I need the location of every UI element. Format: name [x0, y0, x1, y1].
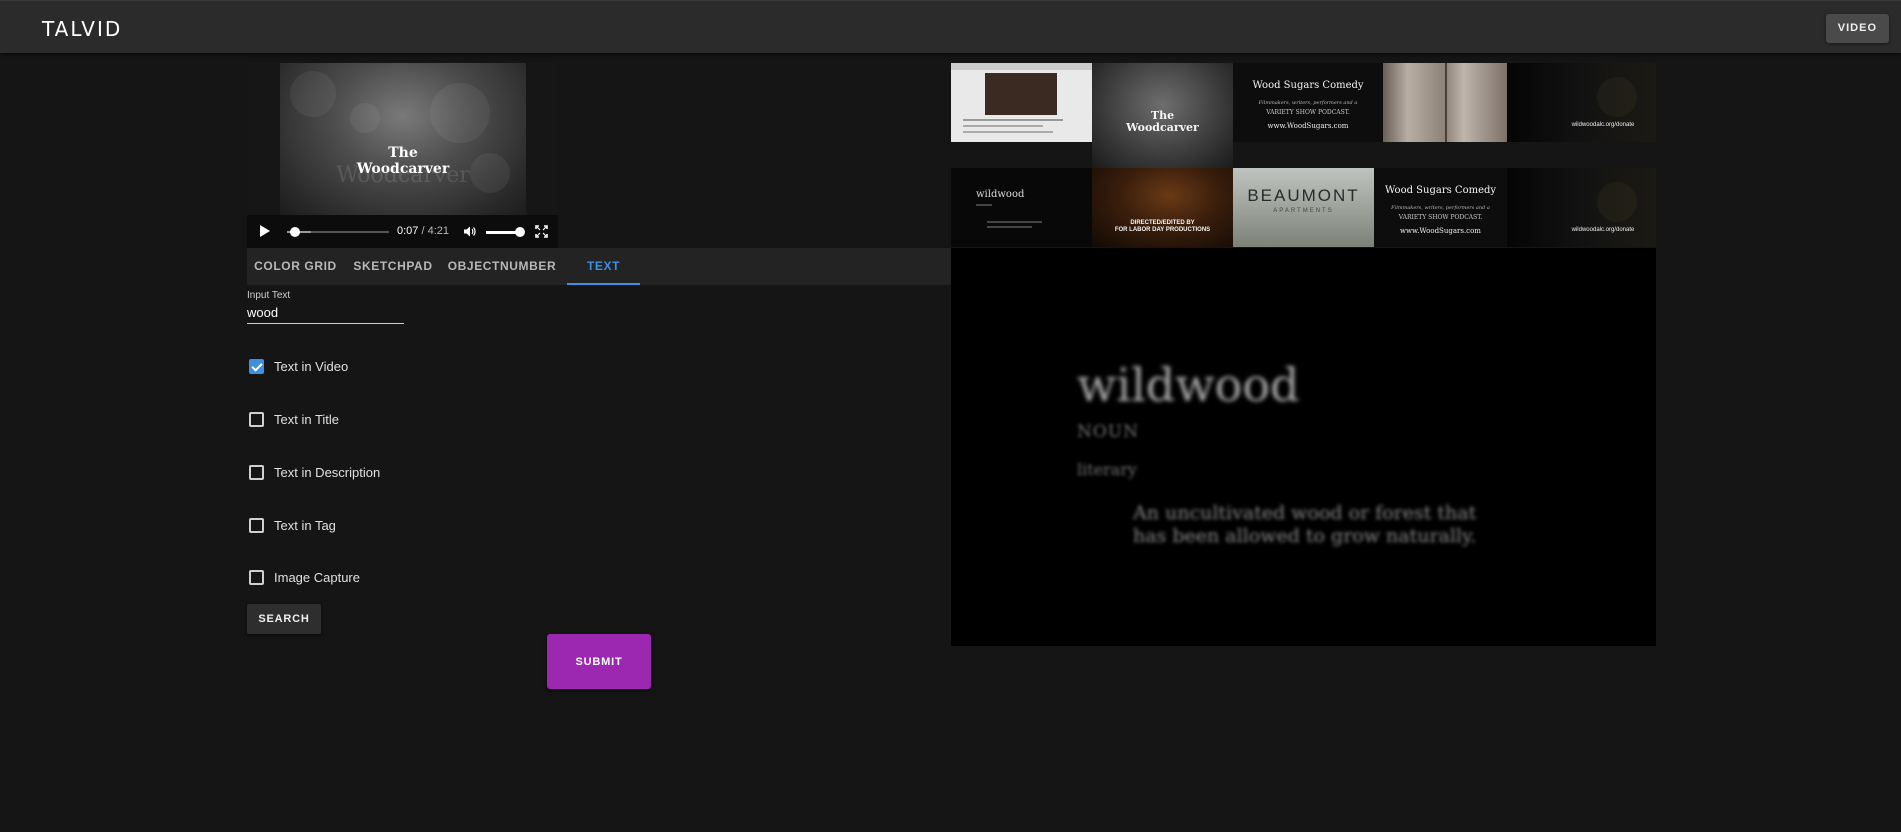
thumb-url: www.WoodSugars.com: [1400, 227, 1481, 235]
check-text-in-description[interactable]: Text in Description: [247, 462, 380, 482]
frame-preview: wildwood NOUN literary An uncultivated w…: [951, 248, 1656, 646]
fullscreen-icon[interactable]: [535, 225, 548, 238]
check-text-in-video[interactable]: Text in Video: [247, 356, 348, 376]
tab-objectnumber[interactable]: OBJECTNUMBER: [442, 248, 562, 285]
result-thumbnail[interactable]: wildwood: [951, 168, 1092, 247]
submit-button[interactable]: SUBMIT: [547, 634, 651, 689]
thumb-text-line: [976, 204, 992, 206]
result-thumbnail[interactable]: [1383, 63, 1507, 142]
thumb-subline: VARIETY SHOW PODCAST.: [1266, 109, 1350, 116]
check-text-in-tag[interactable]: Text in Tag: [247, 515, 336, 535]
thumb-book-spine: [1445, 63, 1447, 142]
time-display: 0:07 / 4:21: [397, 225, 449, 237]
tab-text[interactable]: TEXT: [567, 248, 640, 285]
thumb-text-line: [963, 131, 1053, 133]
checkbox-icon[interactable]: [249, 569, 264, 585]
thumb-browser-bar: [951, 63, 1092, 70]
video-title-line1: The: [388, 145, 418, 161]
thumb-subline: Filmmakers, writers, performers and a: [1391, 205, 1490, 211]
progress-bar[interactable]: [287, 227, 389, 237]
check-label: Text in Tag: [274, 517, 336, 533]
thumb-text-line: [963, 119, 1063, 121]
preview-definition: An uncultivated wood or forest that has …: [1133, 502, 1477, 547]
thumb-url: wildwoodalc.org/donate: [1571, 122, 1635, 128]
tab-color-grid[interactable]: COLOR GRID: [247, 248, 344, 285]
app-logo[interactable]: TALVID: [42, 17, 122, 41]
checkbox-icon[interactable]: [249, 464, 264, 480]
checkbox-icon[interactable]: [249, 411, 264, 427]
volume-handle[interactable]: [515, 227, 525, 237]
time-separator: /: [418, 225, 428, 237]
thumb-subline: Filmmakers, writers, performers and a: [1258, 100, 1358, 106]
thumb-heading: wildwood: [976, 189, 1025, 200]
input-text-label: Input Text: [247, 290, 291, 301]
bokeh-decoration: [290, 71, 336, 117]
progress-handle[interactable]: [290, 227, 300, 237]
video-button[interactable]: VIDEO: [1825, 14, 1889, 43]
duration-time: 4:21: [427, 225, 450, 237]
thumb-credit-line: DIRECTED/EDITED BY: [1130, 220, 1195, 226]
preview-part-of-speech: NOUN: [1077, 422, 1140, 442]
bokeh-decoration: [350, 103, 380, 133]
thumb-heading: Wood Sugars Comedy: [1252, 80, 1364, 91]
thumb-url: www.WoodSugars.com: [1267, 122, 1349, 130]
thumb-emblem: [1597, 182, 1637, 222]
checkbox-checked-icon[interactable]: [249, 358, 264, 374]
search-button[interactable]: SEARCH: [247, 604, 321, 634]
thumb-title: The Woodcarver: [1092, 110, 1233, 134]
check-label: Text in Video: [274, 358, 349, 374]
check-label: Image Capture: [274, 569, 360, 585]
thumb-photo: [985, 73, 1057, 115]
play-icon[interactable]: [260, 225, 270, 237]
thumb-text-line: [987, 226, 1032, 228]
result-thumbnail[interactable]: wildwoodalc.org/donate: [1507, 63, 1656, 142]
result-thumbnail[interactable]: The Woodcarver: [1092, 63, 1233, 168]
check-image-capture[interactable]: Image Capture: [247, 567, 360, 587]
thumb-heading: BEAUMONT: [1247, 186, 1360, 205]
current-time: 0:07: [397, 225, 419, 237]
result-thumbnail[interactable]: Wood Sugars Comedy Filmmakers, writers, …: [1233, 63, 1383, 142]
tab-sketchpad[interactable]: SKETCHPAD: [344, 248, 442, 285]
top-app-bar: TALVID VIDEO: [0, 0, 1901, 53]
check-label: Text in Title: [274, 411, 340, 427]
thumb-subline: VARIETY SHOW PODCAST.: [1398, 214, 1483, 221]
preview-word: wildwood: [1077, 358, 1300, 412]
thumb-subline: APARTMENTS: [1273, 208, 1334, 214]
thumb-text-line: [963, 125, 1043, 127]
thumb-url: wildwoodalc.org/donate: [1571, 227, 1635, 233]
thumb-title-line2: Woodcarver: [1126, 121, 1199, 134]
volume-icon[interactable]: [463, 225, 476, 238]
thumb-heading: Wood Sugars Comedy: [1384, 185, 1497, 196]
thumb-credit-line: FOR LABOR DAY PRODUCTIONS: [1114, 227, 1211, 233]
result-thumbnail[interactable]: BEAUMONT APARTMENTS: [1233, 168, 1374, 247]
thumb-emblem: [1597, 77, 1637, 117]
video-title-line2: Woodcarver: [356, 161, 450, 177]
video-player: Woodcarver The Woodcarver 0:07 / 4:21: [247, 63, 558, 248]
result-thumbnail[interactable]: Wood Sugars Comedy Filmmakers, writers, …: [1374, 168, 1507, 247]
result-thumbnail[interactable]: [951, 63, 1092, 142]
input-text-field[interactable]: [247, 302, 404, 324]
check-label: Text in Description: [274, 464, 381, 480]
check-text-in-title[interactable]: Text in Title: [247, 409, 339, 429]
bokeh-decoration: [430, 83, 490, 143]
thumb-text-line: [987, 221, 1042, 223]
result-thumbnail[interactable]: wildwoodalc.org/donate: [1507, 168, 1656, 247]
mode-tabs: COLOR GRID SKETCHPAD OBJECTNUMBER TEXT: [247, 248, 951, 285]
preview-register: literary: [1077, 460, 1138, 479]
video-frame[interactable]: Woodcarver The Woodcarver: [280, 63, 526, 215]
result-thumbnail[interactable]: DIRECTED/EDITED BY FOR LABOR DAY PRODUCT…: [1092, 168, 1233, 247]
video-title-overlay: The Woodcarver: [280, 145, 526, 177]
checkbox-icon[interactable]: [249, 517, 264, 533]
player-controls: 0:07 / 4:21: [247, 215, 558, 248]
